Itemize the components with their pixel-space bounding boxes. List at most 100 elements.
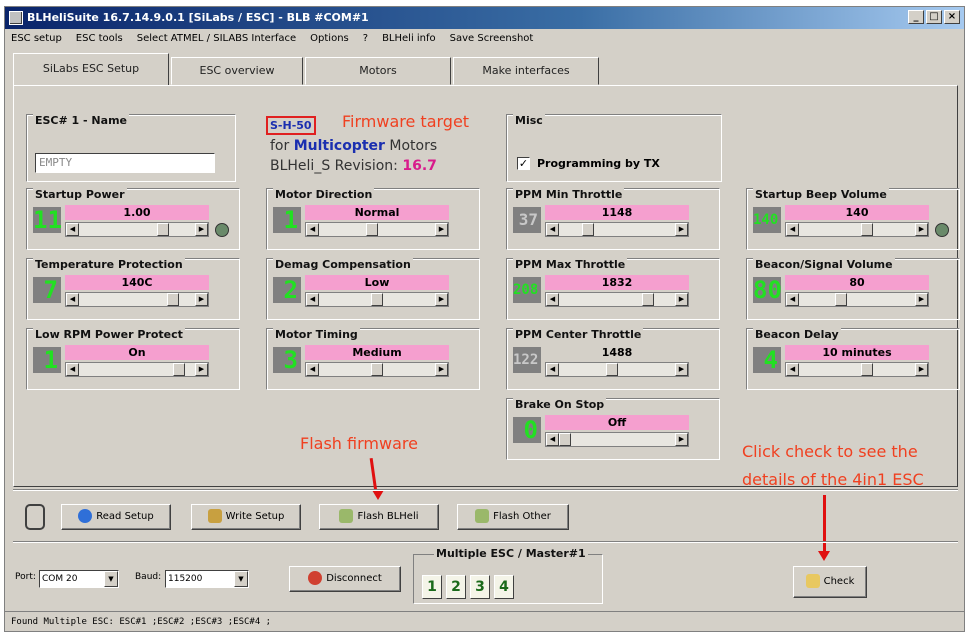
scroll-left-icon[interactable]: ◀ bbox=[786, 223, 799, 236]
menu-help[interactable]: ? bbox=[363, 29, 368, 49]
menu-esc-setup[interactable]: ESC setup bbox=[11, 29, 62, 49]
scroll-right-icon[interactable]: ▶ bbox=[915, 363, 928, 376]
param-slider[interactable]: ◀ ▶ bbox=[65, 362, 209, 377]
slider-thumb[interactable] bbox=[167, 293, 179, 306]
scroll-left-icon[interactable]: ◀ bbox=[306, 293, 319, 306]
scroll-right-icon[interactable]: ▶ bbox=[915, 293, 928, 306]
scroll-left-icon[interactable]: ◀ bbox=[786, 363, 799, 376]
param-slider[interactable]: ◀ ▶ bbox=[305, 222, 449, 237]
menu-save-screenshot[interactable]: Save Screenshot bbox=[450, 29, 534, 49]
port-dropdown-icon[interactable]: ▼ bbox=[104, 571, 118, 587]
tab-silabs-esc-setup[interactable]: SiLabs ESC Setup bbox=[13, 53, 169, 85]
param-slider[interactable]: ◀ ▶ bbox=[545, 432, 689, 447]
programming-by-tx-checkbox[interactable]: ✓ bbox=[517, 157, 530, 170]
param-slider[interactable]: ◀ ▶ bbox=[305, 292, 449, 307]
scroll-left-icon[interactable]: ◀ bbox=[306, 363, 319, 376]
scroll-left-icon[interactable]: ◀ bbox=[546, 433, 559, 446]
scroll-left-icon[interactable]: ◀ bbox=[546, 223, 559, 236]
menu-esc-tools[interactable]: ESC tools bbox=[76, 29, 123, 49]
tab-motors[interactable]: Motors bbox=[305, 57, 451, 85]
scroll-right-icon[interactable]: ▶ bbox=[435, 223, 448, 236]
write-setup-button[interactable]: Write Setup bbox=[191, 504, 301, 530]
slider-thumb[interactable] bbox=[642, 293, 654, 306]
scroll-right-icon[interactable]: ▶ bbox=[435, 363, 448, 376]
scroll-left-icon[interactable]: ◀ bbox=[546, 293, 559, 306]
scroll-right-icon[interactable]: ▶ bbox=[195, 363, 208, 376]
tab-esc-overview[interactable]: ESC overview bbox=[171, 57, 303, 85]
flash-other-button[interactable]: Flash Other bbox=[457, 504, 569, 530]
check-button[interactable]: Check bbox=[793, 566, 867, 598]
slider-thumb[interactable] bbox=[582, 223, 594, 236]
param-slider[interactable]: ◀ ▶ bbox=[545, 222, 689, 237]
scroll-right-icon[interactable]: ▶ bbox=[195, 223, 208, 236]
param-slider[interactable]: ◀ ▶ bbox=[65, 292, 209, 307]
slider-thumb[interactable] bbox=[371, 363, 383, 376]
param-value-display: 122 bbox=[513, 347, 541, 373]
param-value-display: 140 bbox=[753, 207, 781, 233]
window-title: BLHeliSuite 16.7.14.9.0.1 [SiLabs / ESC]… bbox=[27, 11, 369, 24]
param-group: PPM Center Throttle 122 1488 ◀ ▶ bbox=[506, 328, 720, 390]
maximize-button[interactable]: □ bbox=[926, 10, 942, 24]
esc-1-button[interactable]: 1 bbox=[422, 575, 442, 599]
slider-thumb[interactable] bbox=[861, 223, 873, 236]
param-slider[interactable]: ◀ ▶ bbox=[65, 222, 209, 237]
slider-thumb[interactable] bbox=[835, 293, 847, 306]
slider-thumb[interactable] bbox=[157, 223, 169, 236]
scroll-right-icon[interactable]: ▶ bbox=[675, 293, 688, 306]
menu-select-interface[interactable]: Select ATMEL / SILABS Interface bbox=[137, 29, 296, 49]
scroll-right-icon[interactable]: ▶ bbox=[675, 223, 688, 236]
misc-group: Misc ✓ Programming by TX bbox=[506, 114, 722, 182]
tab-make-interfaces[interactable]: Make interfaces bbox=[453, 57, 599, 85]
baud-select[interactable]: 115200 ▼ bbox=[165, 570, 249, 588]
menu-options[interactable]: Options bbox=[310, 29, 349, 49]
slider-thumb[interactable] bbox=[366, 223, 378, 236]
scroll-right-icon[interactable]: ▶ bbox=[435, 293, 448, 306]
param-slider[interactable]: ◀ ▶ bbox=[305, 362, 449, 377]
scroll-left-icon[interactable]: ◀ bbox=[546, 363, 559, 376]
param-value-label: 140 bbox=[785, 205, 929, 220]
esc-2-button[interactable]: 2 bbox=[446, 575, 466, 599]
param-slider[interactable]: ◀ ▶ bbox=[785, 292, 929, 307]
baud-dropdown-icon[interactable]: ▼ bbox=[234, 571, 248, 587]
scroll-left-icon[interactable]: ◀ bbox=[786, 293, 799, 306]
slider-thumb[interactable] bbox=[861, 363, 873, 376]
scroll-right-icon[interactable]: ▶ bbox=[675, 363, 688, 376]
param-value-display: 2 bbox=[273, 277, 301, 303]
menu-blheli-info[interactable]: BLHeli info bbox=[382, 29, 436, 49]
firmware-code: S-H-50 bbox=[266, 116, 316, 135]
close-button[interactable]: × bbox=[944, 10, 960, 24]
flash-arrow-line bbox=[369, 457, 378, 493]
param-value-display: 3 bbox=[273, 347, 301, 373]
slider-thumb[interactable] bbox=[371, 293, 383, 306]
esc-4-button[interactable]: 4 bbox=[494, 575, 514, 599]
disconnect-button[interactable]: Disconnect bbox=[289, 566, 401, 592]
scroll-right-icon[interactable]: ▶ bbox=[195, 293, 208, 306]
param-slider[interactable]: ◀ ▶ bbox=[545, 362, 689, 377]
slider-thumb[interactable] bbox=[173, 363, 185, 376]
param-slider[interactable]: ◀ ▶ bbox=[785, 222, 929, 237]
scroll-right-icon[interactable]: ▶ bbox=[675, 433, 688, 446]
param-value-display: 7 bbox=[33, 277, 61, 303]
param-title: Temperature Protection bbox=[33, 258, 185, 271]
beep-test-icon[interactable] bbox=[215, 223, 229, 237]
scroll-left-icon[interactable]: ◀ bbox=[66, 223, 79, 236]
scroll-left-icon[interactable]: ◀ bbox=[66, 293, 79, 306]
slider-thumb[interactable] bbox=[559, 433, 571, 446]
slider-thumb[interactable] bbox=[606, 363, 618, 376]
param-title: PPM Min Throttle bbox=[513, 188, 625, 201]
port-select[interactable]: COM 20 ▼ bbox=[39, 570, 119, 588]
param-title: Startup Power bbox=[33, 188, 127, 201]
esc-name-input[interactable]: EMPTY bbox=[35, 153, 215, 173]
scroll-left-icon[interactable]: ◀ bbox=[306, 223, 319, 236]
param-slider[interactable]: ◀ ▶ bbox=[785, 362, 929, 377]
minimize-button[interactable]: _ bbox=[908, 10, 924, 24]
read-setup-button[interactable]: Read Setup bbox=[61, 504, 171, 530]
beep-test-icon[interactable] bbox=[935, 223, 949, 237]
esc-3-button[interactable]: 3 bbox=[470, 575, 490, 599]
flash-blheli-button[interactable]: Flash BLHeli bbox=[319, 504, 439, 530]
scroll-right-icon[interactable]: ▶ bbox=[915, 223, 928, 236]
param-group: Low RPM Power Protect 1 On ◀ ▶ bbox=[26, 328, 240, 390]
param-slider[interactable]: ◀ ▶ bbox=[545, 292, 689, 307]
multiple-esc-group: Multiple ESC / Master#1 1 2 3 4 bbox=[413, 547, 603, 604]
scroll-left-icon[interactable]: ◀ bbox=[66, 363, 79, 376]
